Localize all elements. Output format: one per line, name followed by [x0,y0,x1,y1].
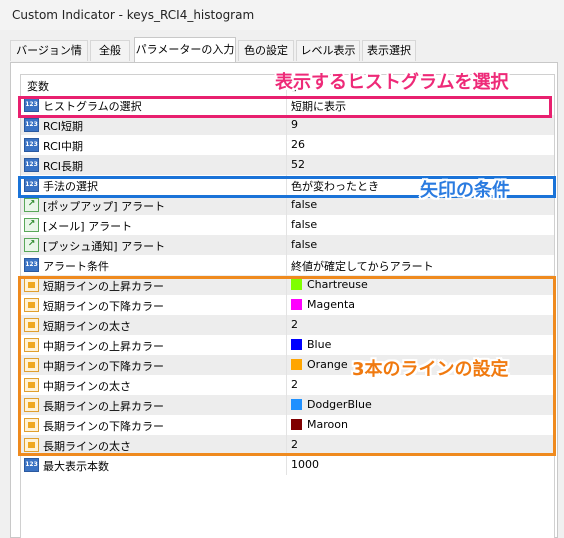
param-name: アラート条件 [43,260,109,273]
window-title: Custom Indicator - keys_RCI4_histogram [12,8,255,22]
param-value[interactable]: 26 [291,138,305,151]
numeric-param-icon: 123 [24,458,39,472]
param-name: 最大表示本数 [43,460,109,473]
variable-column-header: 変数 [27,80,49,93]
param-name: [メール] アラート [43,220,133,233]
param-value[interactable]: 終値が確定してからアラート [291,258,434,274]
numeric-param-icon: 123 [24,158,39,172]
bool-param-icon: ↗ [24,198,39,212]
arrow-condition-annotation: 矢印の条件 [420,180,510,201]
param-row[interactable]: 123 RCI長期 52 [21,155,554,175]
param-name: [ポップアップ] アラート [43,200,166,213]
param-value[interactable]: 9 [291,118,298,131]
param-value[interactable]: 52 [291,158,305,171]
param-row[interactable]: ↗ [プッシュ通知] アラート false [21,235,554,255]
tab-levels[interactable]: レベル表示 [296,40,360,61]
param-value[interactable]: false [291,238,317,251]
histogram-highlight-box [18,96,552,118]
param-name: RCI中期 [43,140,84,153]
param-value[interactable]: false [291,218,317,231]
tab-version-info[interactable]: バージョン情報 [10,40,88,77]
param-value[interactable]: 1000 [291,458,319,471]
param-row[interactable]: 123 最大表示本数 1000 [21,455,554,475]
tab-general[interactable]: 全般 [90,40,130,61]
param-name: [プッシュ通知] アラート [43,240,166,253]
param-row[interactable]: 123 アラート条件 終値が確定してからアラート [21,255,554,275]
tab-parameters[interactable]: パラメーターの入力 [134,37,236,62]
histogram-annotation: 表示するヒストグラムを選択 [275,72,509,93]
param-row[interactable]: 123 RCI短期 9 [21,115,554,135]
bool-param-icon: ↗ [24,238,39,252]
param-value[interactable]: false [291,198,317,211]
tab-visualization[interactable]: 表示選択 [362,40,416,61]
param-row[interactable]: ↗ [メール] アラート false [21,215,554,235]
bool-param-icon: ↗ [24,218,39,232]
tab-colors[interactable]: 色の設定 [238,40,294,61]
numeric-param-icon: 123 [24,258,39,272]
line-settings-annotation: 3本のラインの設定 [352,359,509,380]
param-name: RCI短期 [43,120,84,133]
param-row[interactable]: 123 RCI中期 26 [21,135,554,155]
numeric-param-icon: 123 [24,118,39,132]
title-bar: Custom Indicator - keys_RCI4_histogram [0,0,564,30]
param-name: RCI長期 [43,160,84,173]
numeric-param-icon: 123 [24,138,39,152]
